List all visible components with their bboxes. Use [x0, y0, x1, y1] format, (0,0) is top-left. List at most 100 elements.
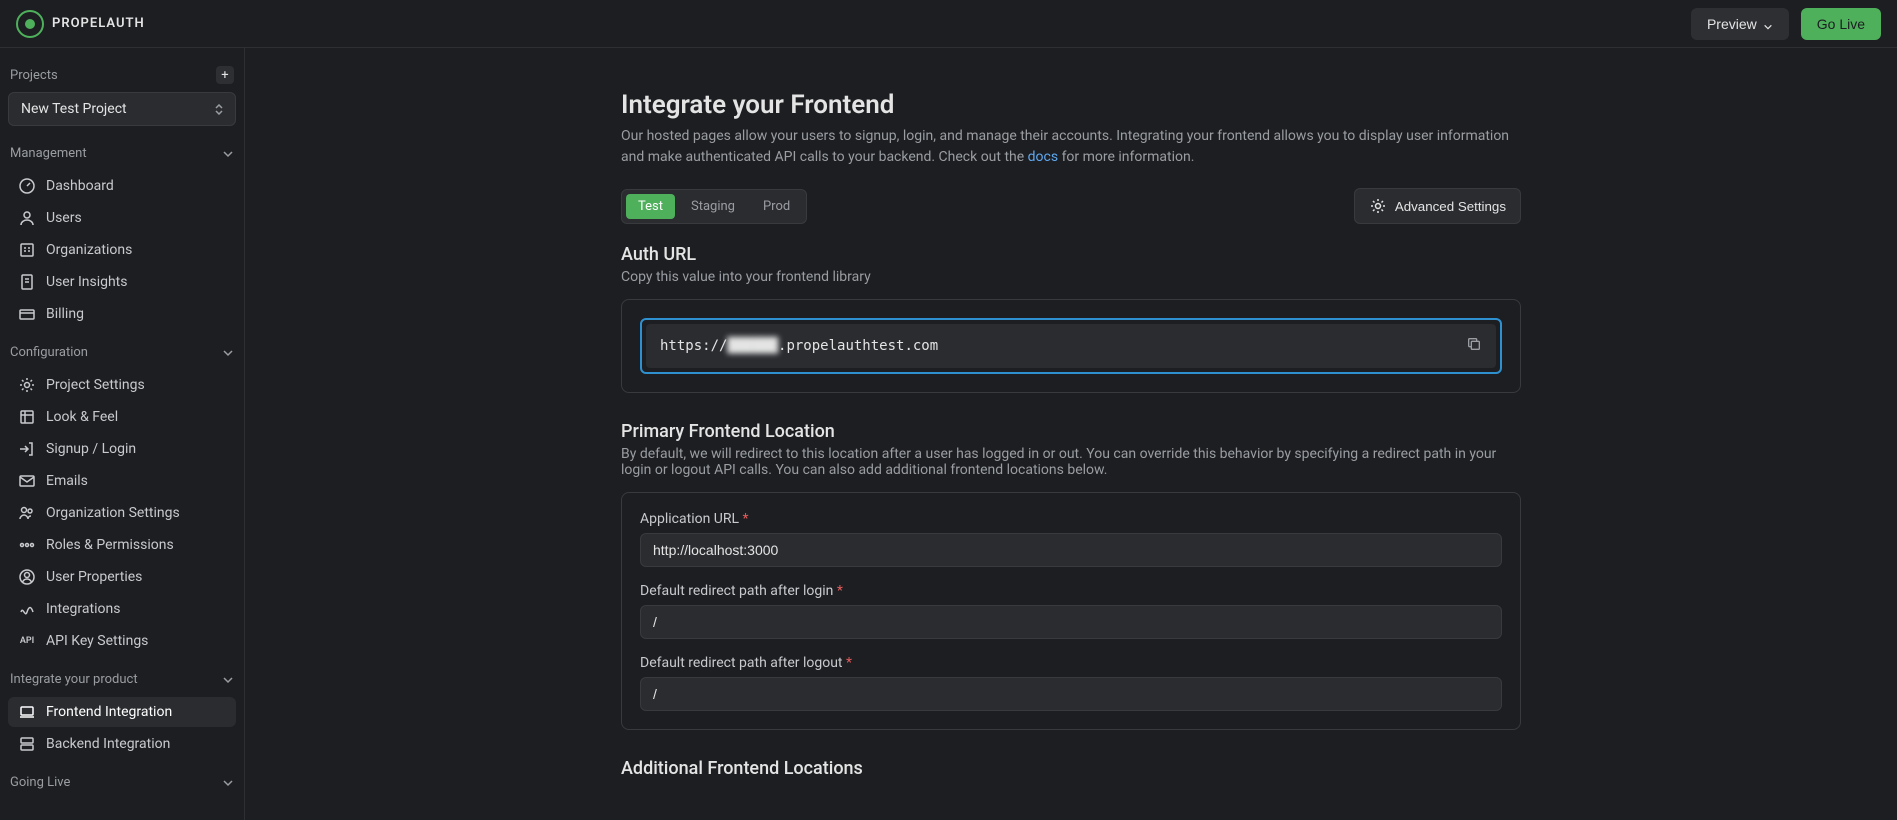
nav-label: Roles & Permissions	[46, 537, 174, 553]
sidebar-item-emails[interactable]: Emails	[8, 466, 236, 496]
app-url-label: Application URL *	[640, 511, 1502, 527]
logout-redirect-group: Default redirect path after logout *	[640, 655, 1502, 711]
management-title[interactable]: Management	[8, 140, 236, 167]
dashboard-icon	[18, 177, 36, 195]
project-selector[interactable]: New Test Project	[8, 92, 236, 126]
sidebar-item-user-insights[interactable]: User Insights	[8, 267, 236, 297]
sidebar-item-signup-login[interactable]: Signup / Login	[8, 434, 236, 464]
adv-settings-label: Advanced Settings	[1395, 199, 1506, 214]
required-marker: *	[837, 583, 843, 599]
env-tab-staging[interactable]: Staging	[679, 194, 747, 219]
billing-icon	[18, 305, 36, 323]
brand-name: PROPELAUTH	[52, 16, 145, 31]
sidebar-item-organizations[interactable]: Organizations	[8, 235, 236, 265]
nav-label: Look & Feel	[46, 409, 118, 425]
sidebar-item-roles-permissions[interactable]: Roles & Permissions	[8, 530, 236, 560]
preview-button[interactable]: Preview	[1691, 8, 1789, 40]
nav-label: API Key Settings	[46, 633, 148, 649]
nav-label: Frontend Integration	[46, 704, 172, 720]
api-icon: API	[18, 632, 36, 650]
logout-redirect-input[interactable]	[640, 677, 1502, 711]
integrate-title[interactable]: Integrate your product	[8, 666, 236, 693]
sidebar-item-frontend-integration[interactable]: Frontend Integration	[8, 697, 236, 727]
nav-label: Emails	[46, 473, 88, 489]
gear-icon	[18, 376, 36, 394]
app-url-input[interactable]	[640, 533, 1502, 567]
required-marker: *	[846, 655, 852, 671]
brand-logo[interactable]: PROPELAUTH	[16, 10, 145, 38]
advanced-settings-button[interactable]: Advanced Settings	[1354, 188, 1521, 224]
auth-url-box: https://██████.propelauthtest.com	[640, 318, 1502, 374]
docs-link[interactable]: docs	[1028, 149, 1058, 165]
sidebar-item-user-properties[interactable]: User Properties	[8, 562, 236, 592]
url-blurred: ██████	[727, 338, 778, 354]
configuration-title[interactable]: Configuration	[8, 339, 236, 366]
desc-post: for more information.	[1058, 149, 1194, 165]
nav-label: Signup / Login	[46, 441, 136, 457]
chevron-down-icon	[222, 674, 234, 686]
sidebar-item-backend-integration[interactable]: Backend Integration	[8, 729, 236, 759]
login-redirect-input[interactable]	[640, 605, 1502, 639]
sidebar-item-integrations[interactable]: Integrations	[8, 594, 236, 624]
users-icon	[18, 209, 36, 227]
go-live-button[interactable]: Go Live	[1801, 8, 1881, 40]
section-label: Configuration	[10, 345, 88, 360]
chevron-down-icon	[1763, 19, 1773, 29]
palette-icon	[18, 408, 36, 426]
primary-location-desc: By default, we will redirect to this loc…	[621, 446, 1521, 478]
toolbar: Test Staging Prod Advanced Settings	[621, 188, 1521, 224]
nav-section-configuration: Configuration Project Settings Look & Fe…	[8, 339, 236, 656]
sidebar-item-users[interactable]: Users	[8, 203, 236, 233]
auth-url-card: https://██████.propelauthtest.com	[621, 299, 1521, 393]
nav-label: Organizations	[46, 242, 132, 258]
env-tab-prod[interactable]: Prod	[751, 194, 802, 219]
nav-section-going-live: Going Live	[8, 769, 236, 796]
nav-section-integrate: Integrate your product Frontend Integrat…	[8, 666, 236, 759]
nav-label: Organization Settings	[46, 505, 180, 521]
login-icon	[18, 440, 36, 458]
page-description: Our hosted pages allow your users to sig…	[621, 126, 1521, 168]
auth-url-value: https://██████.propelauthtest.com	[660, 338, 938, 354]
updown-icon	[215, 104, 223, 115]
primary-location-title: Primary Frontend Location	[621, 421, 1521, 442]
chevron-down-icon	[222, 148, 234, 160]
nav-label: User Insights	[46, 274, 128, 290]
main-content: Integrate your Frontend Our hosted pages…	[245, 48, 1897, 820]
sidebar-item-look-feel[interactable]: Look & Feel	[8, 402, 236, 432]
app-url-group: Application URL *	[640, 511, 1502, 567]
env-tab-test[interactable]: Test	[626, 194, 675, 219]
insights-icon	[18, 273, 36, 291]
chevron-down-icon	[222, 347, 234, 359]
logout-redirect-label: Default redirect path after logout *	[640, 655, 1502, 671]
copy-icon[interactable]	[1466, 336, 1482, 356]
sidebar-item-billing[interactable]: Billing	[8, 299, 236, 329]
nav-label: Backend Integration	[46, 736, 170, 752]
add-project-button[interactable]: +	[216, 66, 234, 84]
section-label: Management	[10, 146, 87, 161]
server-icon	[18, 735, 36, 753]
sidebar-item-dashboard[interactable]: Dashboard	[8, 171, 236, 201]
nav-label: Project Settings	[46, 377, 145, 393]
nav-label: Users	[46, 210, 82, 226]
laptop-icon	[18, 703, 36, 721]
roles-icon	[18, 536, 36, 554]
sidebar-item-api-key-settings[interactable]: API API Key Settings	[8, 626, 236, 656]
gear-icon	[1369, 197, 1387, 215]
label-text: Application URL	[640, 511, 739, 527]
sidebar-item-project-settings[interactable]: Project Settings	[8, 370, 236, 400]
auth-url-title: Auth URL	[621, 244, 1521, 265]
sidebar-item-organization-settings[interactable]: Organization Settings	[8, 498, 236, 528]
integrations-icon	[18, 600, 36, 618]
primary-location-card: Application URL * Default redirect path …	[621, 492, 1521, 730]
preview-label: Preview	[1707, 16, 1757, 32]
section-label: Integrate your product	[10, 672, 138, 687]
auth-url-field[interactable]: https://██████.propelauthtest.com	[646, 324, 1496, 368]
auth-url-desc: Copy this value into your frontend libra…	[621, 269, 1521, 285]
go-live-label: Go Live	[1817, 16, 1865, 32]
app-header: PROPELAUTH Preview Go Live	[0, 0, 1897, 48]
nav-label: User Properties	[46, 569, 142, 585]
nav-label: Integrations	[46, 601, 120, 617]
url-suffix: .propelauthtest.com	[778, 338, 938, 354]
going-live-title[interactable]: Going Live	[8, 769, 236, 796]
required-marker: *	[743, 511, 749, 527]
